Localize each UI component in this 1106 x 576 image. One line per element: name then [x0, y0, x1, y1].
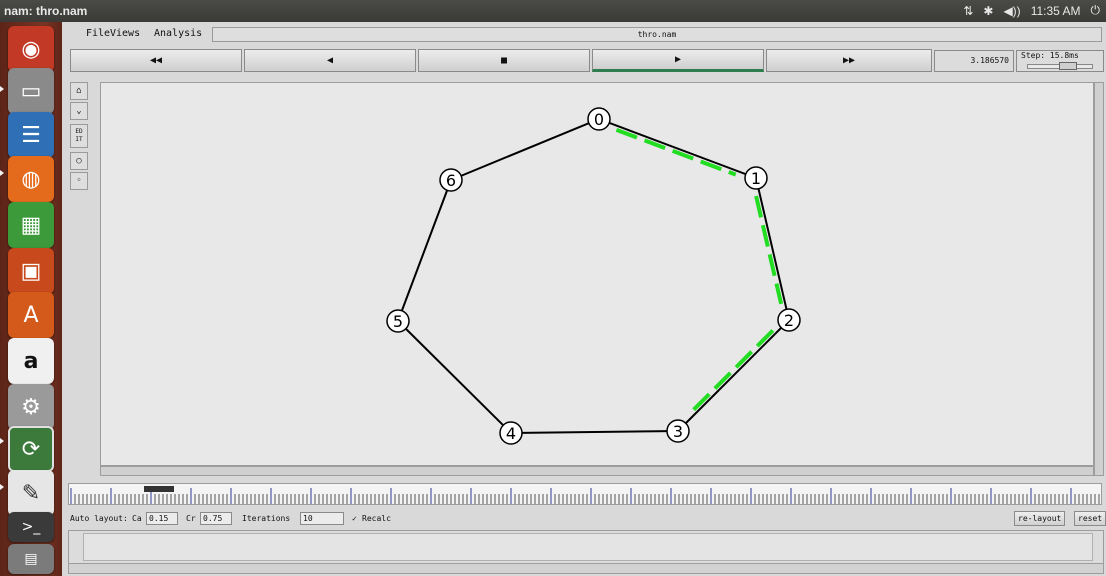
impress-icon[interactable]: ▣ [8, 248, 54, 294]
stop-icon: ■ [500, 55, 508, 66]
canvas-horizontal-scrollbar[interactable] [100, 466, 1094, 476]
relayout-button[interactable]: re-layout [1014, 511, 1066, 526]
zoom-out-icon[interactable]: ⌄ [70, 102, 88, 120]
edit-button[interactable]: ED IT [70, 124, 88, 148]
menu-file[interactable]: File [86, 28, 110, 39]
step-label: Step: 15.8ms [1021, 51, 1079, 60]
timeline[interactable] [68, 483, 1102, 505]
node-label-1: 1 [751, 169, 761, 188]
volume-icon[interactable]: ◀)) [1003, 4, 1020, 18]
node-label-5: 5 [393, 312, 403, 331]
cr-label: Cr [186, 514, 196, 523]
node-tool-icon[interactable]: ○ [70, 152, 88, 170]
node-label-2: 2 [784, 311, 794, 330]
system-top-bar: nam: thro.nam ⇅ ✱ ◀)) 11:35 AM ⏻ [0, 0, 1106, 22]
back-icon: ◀ [326, 55, 334, 66]
nam-window: File Views Analysis thro.nam ◀◀ ◀ ■ ▶ ▶▶… [62, 22, 1106, 576]
calc-icon[interactable]: ▦ [8, 202, 54, 248]
clock[interactable]: 11:35 AM [1031, 4, 1081, 18]
menu-bar: File Views Analysis thro.nam [62, 26, 1106, 44]
play-icon: ▶ [674, 54, 682, 65]
annotation-list[interactable] [83, 533, 1093, 561]
text-editor-icon[interactable]: ✎ [8, 470, 54, 516]
auto-layout-bar: Auto layout: Ca 0.15 Cr 0.75 Iterations … [68, 511, 1106, 527]
launcher: ◉ ▭ ☰ ◍ ▦ ▣ A a ⚙ ⟳ ✎ >_ ▤ [0, 22, 62, 576]
annotation-pane [68, 530, 1104, 574]
recalc-checkbox[interactable]: ✓ [352, 514, 357, 523]
canvas-vertical-scrollbar[interactable] [1094, 82, 1104, 476]
ubuntu-dash-icon[interactable]: ◉ [8, 26, 54, 72]
rewind-button[interactable]: ◀◀ [70, 49, 242, 72]
fast-forward-icon: ▶▶ [842, 55, 856, 66]
stop-button[interactable]: ■ [418, 49, 590, 72]
rewind-icon: ◀◀ [149, 55, 163, 66]
menu-views[interactable]: Views [110, 28, 140, 39]
recalc-label: Recalc [362, 514, 391, 523]
link-1-2[interactable] [755, 177, 790, 321]
link-5-6[interactable] [397, 179, 452, 322]
menu-analysis[interactable]: Analysis [154, 28, 202, 39]
small-node-tool-icon[interactable]: ◦ [70, 172, 88, 190]
link-4-5[interactable] [397, 320, 512, 434]
power-icon[interactable]: ⏻ [1091, 3, 1101, 18]
node-label-3: 3 [673, 422, 683, 441]
firefox-icon[interactable]: ◍ [8, 156, 54, 202]
node-label-4: 4 [506, 424, 516, 443]
link-3-4[interactable] [510, 430, 679, 434]
play-button[interactable]: ▶ [592, 49, 764, 72]
link-0-1[interactable] [598, 118, 757, 179]
software-updater-icon[interactable]: ⟳ [8, 426, 54, 472]
packet-flow-1-2 [754, 195, 784, 305]
system-settings-icon[interactable]: ⚙ [8, 384, 54, 430]
step-slider-thumb[interactable] [1059, 62, 1077, 70]
link-2-3[interactable] [677, 319, 790, 432]
packet-flow-2-3 [687, 329, 775, 417]
writer-icon[interactable]: ☰ [8, 112, 54, 158]
file-name-label: thro.nam [212, 27, 1102, 42]
zoom-in-icon[interactable]: ⌂ [70, 82, 88, 100]
node-label-0: 0 [594, 110, 604, 129]
ca-label: Ca [132, 514, 142, 523]
fast-forward-button[interactable]: ▶▶ [766, 49, 932, 72]
bluetooth-icon[interactable]: ✱ [983, 4, 993, 18]
timeline-marker[interactable] [144, 486, 174, 492]
node-label-6: 6 [446, 171, 456, 190]
workspaces-icon[interactable]: ▤ [8, 544, 54, 574]
network-graph: 0 1 2 3 4 5 6 [386, 107, 801, 445]
ca-input[interactable]: 0.15 [146, 512, 178, 525]
annotation-horizontal-scrollbar[interactable] [69, 563, 1103, 573]
network-canvas[interactable]: 0 1 2 3 4 5 6 [100, 82, 1094, 466]
reset-button[interactable]: reset [1074, 511, 1106, 526]
software-center-icon[interactable]: A [8, 292, 54, 338]
iterations-label: Iterations [242, 514, 291, 523]
timeline-ticks [70, 488, 1100, 504]
link-6-0[interactable] [450, 118, 600, 181]
files-icon[interactable]: ▭ [8, 68, 54, 114]
packet-flow-0-1 [615, 127, 737, 177]
system-tray: ⇅ ✱ ◀)) 11:35 AM ⏻ [963, 3, 1100, 18]
sim-time-display: 3.186570 [934, 50, 1014, 72]
step-back-button[interactable]: ◀ [244, 49, 416, 72]
edit-toolbar: ⌂ ⌄ ED IT ○ ◦ [68, 80, 88, 460]
amazon-icon[interactable]: a [8, 338, 54, 384]
terminal-icon[interactable]: >_ [8, 512, 54, 542]
iterations-input[interactable]: 10 [300, 512, 344, 525]
network-icon[interactable]: ⇅ [963, 4, 973, 18]
step-control: Step: 15.8ms [1016, 50, 1104, 72]
cr-input[interactable]: 0.75 [200, 512, 232, 525]
window-title: nam: thro.nam [4, 4, 88, 18]
auto-layout-label: Auto layout: [70, 514, 128, 523]
